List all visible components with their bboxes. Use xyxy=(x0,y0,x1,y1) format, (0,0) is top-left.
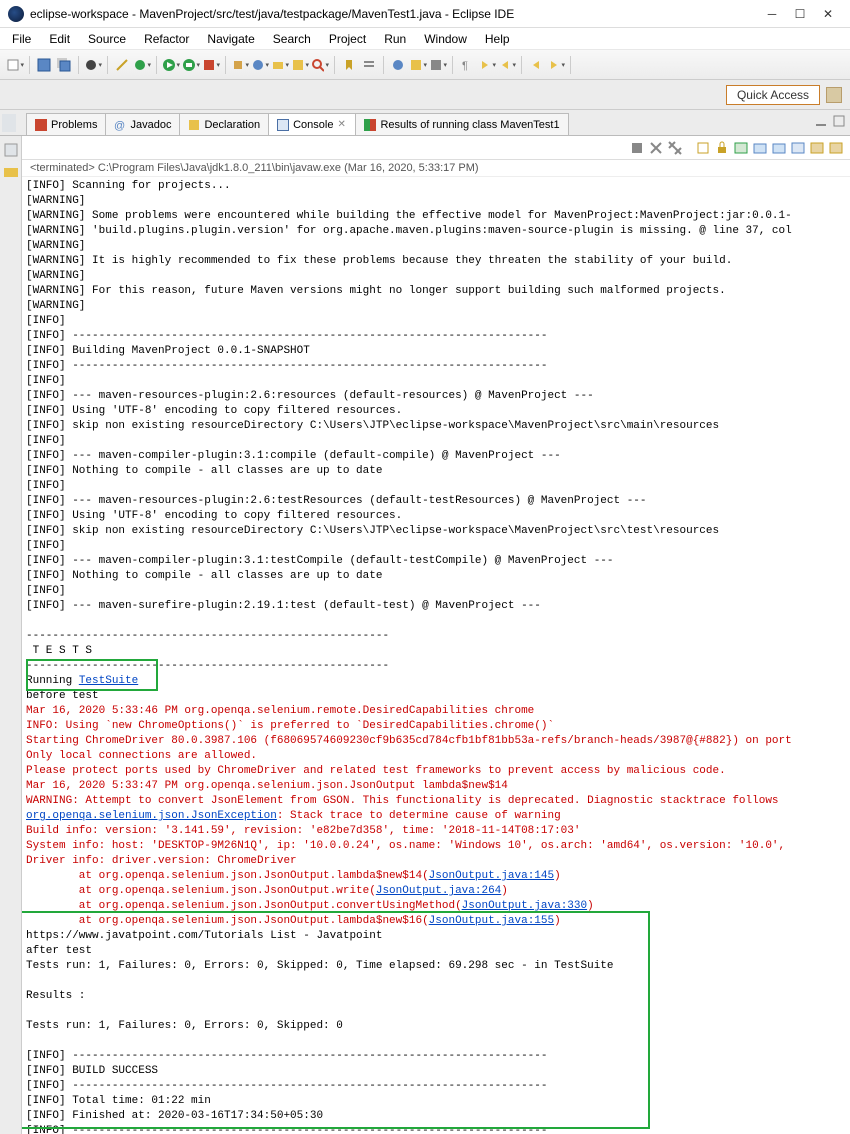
save-button[interactable] xyxy=(35,56,53,74)
new-java-class-button[interactable] xyxy=(251,56,269,74)
left-trim-stack xyxy=(0,136,22,1134)
pin-console-button[interactable] xyxy=(771,140,787,156)
new-button[interactable] xyxy=(6,56,24,74)
minimize-button[interactable]: ─ xyxy=(758,3,786,25)
menubar: File Edit Source Refactor Navigate Searc… xyxy=(0,28,850,50)
problems-icon xyxy=(35,119,47,131)
main-toolbar: ¶ xyxy=(0,50,850,80)
console-icon xyxy=(277,119,289,131)
word-wrap-button[interactable] xyxy=(733,140,749,156)
perspective-button[interactable] xyxy=(84,56,102,74)
menu-search[interactable]: Search xyxy=(265,30,319,48)
scroll-lock-button[interactable] xyxy=(714,140,730,156)
remove-launch-button[interactable] xyxy=(648,140,664,156)
new-java-package-button[interactable] xyxy=(231,56,249,74)
toggle-mark-button[interactable] xyxy=(340,56,358,74)
menu-project[interactable]: Project xyxy=(321,30,374,48)
pin-button[interactable] xyxy=(429,56,447,74)
external-tools-button[interactable] xyxy=(202,56,220,74)
quick-access-row: Quick Access xyxy=(0,80,850,110)
menu-help[interactable]: Help xyxy=(477,30,518,48)
console-text: [INFO] Scanning for projects... [WARNING… xyxy=(26,180,792,672)
exception-link[interactable]: org.openqa.selenium.json.JsonException xyxy=(26,810,277,822)
tab-console[interactable]: Console ✕ xyxy=(268,113,356,135)
open-console-button[interactable] xyxy=(809,140,825,156)
run-button[interactable] xyxy=(162,56,180,74)
new-folder-button[interactable] xyxy=(271,56,289,74)
console-red-text: Starting ChromeDriver 80.0.3987.106 (f68… xyxy=(26,735,792,777)
before-test-label: before test xyxy=(26,690,99,702)
stack-link[interactable]: JsonOutput.java:145 xyxy=(429,870,554,882)
declaration-icon xyxy=(188,119,200,131)
window-titlebar: eclipse-workspace - MavenProject/src/tes… xyxy=(0,0,850,28)
tab-label: Problems xyxy=(51,119,97,131)
perspective-java-icon[interactable] xyxy=(826,87,842,103)
tab-label: Results of running class MavenTest1 xyxy=(380,119,559,131)
clear-console-button[interactable] xyxy=(695,140,711,156)
eclipse-icon xyxy=(8,6,24,22)
menu-window[interactable]: Window xyxy=(416,30,475,48)
tab-problems[interactable]: Problems xyxy=(26,113,106,135)
remove-all-button[interactable] xyxy=(667,140,683,156)
restore-view-icon[interactable] xyxy=(3,142,19,158)
console-red-text: Build info: version: '3.141.59', revisio… xyxy=(26,825,785,867)
next-annotation-button[interactable] xyxy=(478,56,496,74)
console-red-text: Mar 16, 2020 5:33:46 PM org.openqa.selen… xyxy=(26,705,554,732)
highlight-box xyxy=(22,911,650,1129)
tab-label: Console xyxy=(293,119,333,131)
last-edit-button[interactable] xyxy=(409,56,427,74)
console-toolbar xyxy=(22,136,850,160)
menu-edit[interactable]: Edit xyxy=(41,30,78,48)
debug-button[interactable] xyxy=(133,56,151,74)
display-selected-button[interactable] xyxy=(790,140,806,156)
console-red-text: Mar 16, 2020 5:33:47 PM org.openqa.selen… xyxy=(26,780,779,807)
wand-button[interactable] xyxy=(113,56,131,74)
maximize-button[interactable]: ☐ xyxy=(786,3,814,25)
stack-at: at org.openqa.selenium.json.JsonOutput.l… xyxy=(26,870,429,882)
new-console-button[interactable] xyxy=(828,140,844,156)
menu-source[interactable]: Source xyxy=(80,30,134,48)
highlight-box xyxy=(26,659,158,691)
menu-refactor[interactable]: Refactor xyxy=(136,30,197,48)
back-button[interactable] xyxy=(527,56,545,74)
save-all-button[interactable] xyxy=(55,56,73,74)
restore-icon[interactable] xyxy=(2,114,16,132)
view-tabs: Problems @ Javadoc Declaration Console ✕… xyxy=(0,110,850,136)
menu-navigate[interactable]: Navigate xyxy=(199,30,262,48)
toggle-breadcrumb-button[interactable] xyxy=(360,56,378,74)
search-button[interactable] xyxy=(311,56,329,74)
svg-text:¶: ¶ xyxy=(462,60,468,72)
terminate-button[interactable] xyxy=(629,140,645,156)
tab-javadoc[interactable]: @ Javadoc xyxy=(105,113,180,135)
process-label: <terminated> C:\Program Files\Java\jdk1.… xyxy=(22,160,850,177)
stack-at: at org.openqa.selenium.json.JsonOutput.w… xyxy=(26,885,376,897)
skip-breakpoints-button[interactable] xyxy=(389,56,407,74)
tab-declaration[interactable]: Declaration xyxy=(179,113,269,135)
open-type-button[interactable] xyxy=(291,56,309,74)
junit-icon xyxy=(364,119,376,131)
svg-text:@: @ xyxy=(114,120,125,131)
prev-annotation-button[interactable] xyxy=(498,56,516,74)
console-red-text: : Stack trace to determine cause of warn… xyxy=(277,810,561,822)
paragraph-button[interactable]: ¶ xyxy=(458,56,476,74)
quick-access[interactable]: Quick Access xyxy=(726,85,820,105)
forward-button[interactable] xyxy=(547,56,565,74)
maximize-view-icon[interactable] xyxy=(832,114,846,128)
tab-label: Declaration xyxy=(204,119,260,131)
coverage-button[interactable] xyxy=(182,56,200,74)
tab-results[interactable]: Results of running class MavenTest1 xyxy=(355,113,568,135)
minimize-view-icon[interactable] xyxy=(814,114,828,128)
menu-file[interactable]: File xyxy=(4,30,39,48)
close-icon[interactable]: ✕ xyxy=(337,119,347,130)
close-button[interactable]: ✕ xyxy=(814,3,842,25)
show-console-button[interactable] xyxy=(752,140,768,156)
console-view: <terminated> C:\Program Files\Java\jdk1.… xyxy=(22,136,850,1134)
window-title: eclipse-workspace - MavenProject/src/tes… xyxy=(30,7,758,21)
tab-label: Javadoc xyxy=(130,119,171,131)
menu-run[interactable]: Run xyxy=(376,30,414,48)
stack-link[interactable]: JsonOutput.java:264 xyxy=(376,885,501,897)
javadoc-icon: @ xyxy=(114,119,126,131)
package-explorer-icon[interactable] xyxy=(3,164,19,180)
